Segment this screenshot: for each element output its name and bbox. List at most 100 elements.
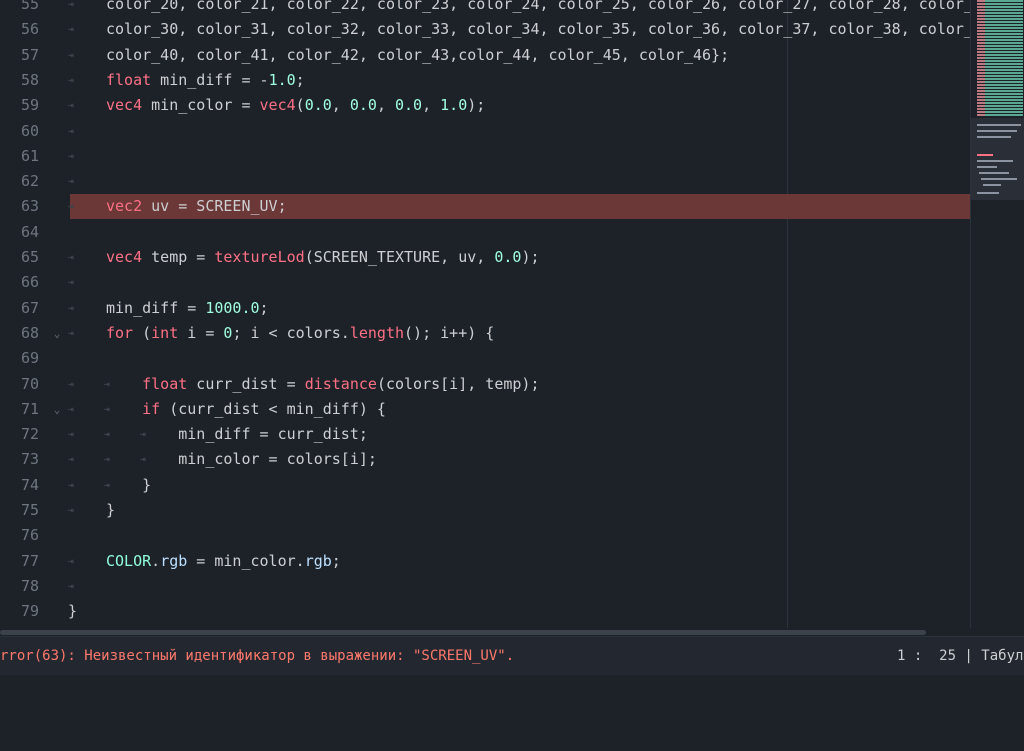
code-text[interactable]: vec2 uv = SCREEN_UV; [106, 194, 287, 219]
code-line[interactable]: 55 ⇥ color_20, color_21, color_22, color_2… [0, 0, 970, 17]
code-line[interactable]: 75 ⇥} [0, 498, 970, 523]
code-text[interactable]: } [68, 599, 77, 624]
code-token: } [106, 501, 116, 519]
code-token: color_30, color_31, color_32, color_33, … [106, 20, 970, 39]
code-token: 1.0 [268, 70, 296, 89]
code-token: COLOR [106, 551, 152, 570]
line-number: 71 [20, 399, 39, 418]
tab-indent-icon: ⇥ [68, 429, 74, 441]
line-number: 65 [20, 248, 39, 266]
code-text[interactable]: } [106, 498, 115, 523]
code-line[interactable]: 70 ⇥ ⇥ float curr_dist = distance(colors[i… [0, 372, 970, 397]
code-line[interactable]: 67 ⇥ min_diff = 1000.0; [0, 296, 970, 321]
code-text[interactable]: vec4 min_color = vec4(0.0, 0.0, 0.0, 1.0… [106, 93, 485, 118]
minimap-line [977, 160, 1013, 162]
code-token: if [142, 399, 161, 418]
code-line[interactable]: 60 ⇥ [0, 119, 970, 144]
code-token: ); [521, 248, 540, 266]
code-line-error[interactable]: 63 ⇥ vec2 uv = SCREEN_UV; [0, 194, 970, 220]
code-token: min_color = [142, 96, 260, 115]
code-token: vec4 [106, 248, 143, 266]
code-text[interactable]: min_diff = curr_dist; [106, 422, 368, 447]
code-token: float [106, 70, 152, 89]
code-token: 1000.0 [205, 298, 260, 317]
code-line[interactable]: 62 ⇥ [0, 169, 970, 194]
scrollbar-thumb[interactable] [0, 630, 926, 635]
code-token: for [106, 323, 134, 342]
code-line[interactable]: 78 ⇥ [0, 574, 970, 599]
code-token: 0.0 [494, 248, 522, 266]
code-token: , [331, 96, 350, 115]
code-text[interactable]: min_color = colors[i]; [106, 447, 377, 472]
line-number: 73 [20, 450, 39, 469]
tab-indent-icon: ⇥ [68, 150, 74, 162]
code-line[interactable]: 57 ⇥ color_40, color_41, color_42, color_4… [0, 43, 970, 68]
code-token: vec4 [259, 96, 296, 115]
line-number: 55 [20, 0, 39, 13]
code-line[interactable]: 74 ⇥ ⇥ } [0, 473, 970, 498]
tab-indent-icon: ⇥ [68, 403, 74, 415]
code-line[interactable]: 64 [0, 220, 970, 245]
line-number: 60 [20, 121, 39, 140]
code-line[interactable]: 79} [0, 599, 970, 624]
cursor-position: 1 : 25 | Табуля [897, 648, 1024, 664]
code-token: , [422, 96, 441, 115]
minimap[interactable] [970, 0, 1024, 628]
code-text[interactable]: } [106, 473, 151, 498]
code-token: ( [133, 323, 152, 342]
code-token: min_diff = - [151, 70, 269, 89]
code-line[interactable]: 71 ⌄ ⇥ ⇥ if (curr_dist < min_diff) { [0, 397, 970, 422]
code-token: vec4 [106, 96, 143, 115]
code-text[interactable]: for (int i = 0; i < colors.length(); i++… [106, 321, 494, 346]
line-number: 58 [20, 70, 39, 89]
code-line[interactable]: 59 ⇥ vec4 min_color = vec4(0.0, 0.0, 0.0, … [0, 93, 970, 118]
code-line[interactable]: 76 [0, 523, 970, 548]
code-text[interactable]: if (curr_dist < min_diff) { [106, 397, 386, 422]
line-number: 56 [20, 20, 39, 39]
code-token: color_40, color_41, color_42, color_43,c… [106, 45, 730, 64]
code-text[interactable]: color_30, color_31, color_32, color_33, … [106, 17, 970, 42]
code-line[interactable]: 77 ⇥ COLOR.rgb = min_color.rgb; [0, 549, 970, 574]
tab-indent-icon: ⇥ [68, 479, 74, 491]
tab-indent-icon: ⇥ [68, 454, 74, 466]
line-number: 70 [20, 374, 39, 393]
code-token: (curr_dist < min_diff) { [160, 399, 386, 418]
code-token: min_diff = curr_dist; [106, 425, 368, 444]
status-bar: rror(63): Неизвестный идентификатор в вы… [0, 636, 1024, 675]
minimap-line [983, 184, 1001, 186]
code-text[interactable]: COLOR.rgb = min_color.rgb; [106, 549, 341, 574]
code-text[interactable]: vec4 temp = textureLod(SCREEN_TEXTURE, u… [106, 245, 540, 270]
code-token: min_diff = [106, 298, 206, 317]
minimap-viewport[interactable] [971, 118, 1024, 200]
code-token: int [151, 323, 179, 342]
code-text[interactable]: color_20, color_21, color_22, color_23, … [106, 0, 970, 17]
code-line[interactable]: 58 ⇥ float min_diff = -1.0; [0, 68, 970, 93]
code-text[interactable]: min_diff = 1000.0; [106, 296, 269, 321]
code-line[interactable]: 61 ⇥ [0, 144, 970, 169]
code-token: 0.0 [304, 96, 332, 115]
code-text[interactable]: color_40, color_41, color_42, color_43,c… [106, 43, 729, 68]
code-text[interactable]: float curr_dist = distance(colors[i], te… [106, 372, 539, 397]
tab-indent-icon: ⇥ [68, 555, 74, 567]
code-line[interactable]: 73 ⇥ ⇥ ⇥ min_color = colors[i]; [0, 447, 970, 472]
minimap-line [977, 130, 1017, 132]
fold-toggle-icon[interactable]: ⌄ [50, 397, 64, 422]
code-token: textureLod [214, 248, 305, 266]
code-line[interactable]: 65 ⇥ vec4 temp = textureLod(SCREEN_TEXTURE… [0, 245, 970, 270]
horizontal-scrollbar[interactable] [0, 628, 1024, 636]
fold-toggle-icon[interactable]: ⌄ [50, 321, 64, 346]
code-line[interactable]: 69 [0, 346, 970, 371]
error-message[interactable]: rror(63): Неизвестный идентификатор в вы… [0, 637, 514, 675]
code-line[interactable]: 68 ⌄ ⇥ for (int i = 0; i < colors.length();… [0, 321, 970, 346]
line-number: 64 [20, 222, 39, 241]
code-line[interactable]: 72 ⇥ ⇥ ⇥ min_diff = curr_dist; [0, 422, 970, 447]
tab-indent-icon: ⇥ [68, 505, 74, 516]
code-line[interactable]: 56 ⇥ color_30, color_31, color_32, color_3… [0, 17, 970, 42]
tab-indent-icon: ⇥ [68, 327, 74, 339]
code-editor[interactable]: 55 ⇥ color_20, color_21, color_22, color_2… [0, 0, 970, 628]
code-line[interactable]: 66 ⇥ [0, 270, 970, 295]
code-token: min_color = colors[i]; [106, 450, 377, 469]
code-text[interactable]: float min_diff = -1.0; [106, 68, 305, 93]
minimap-line [977, 192, 999, 194]
